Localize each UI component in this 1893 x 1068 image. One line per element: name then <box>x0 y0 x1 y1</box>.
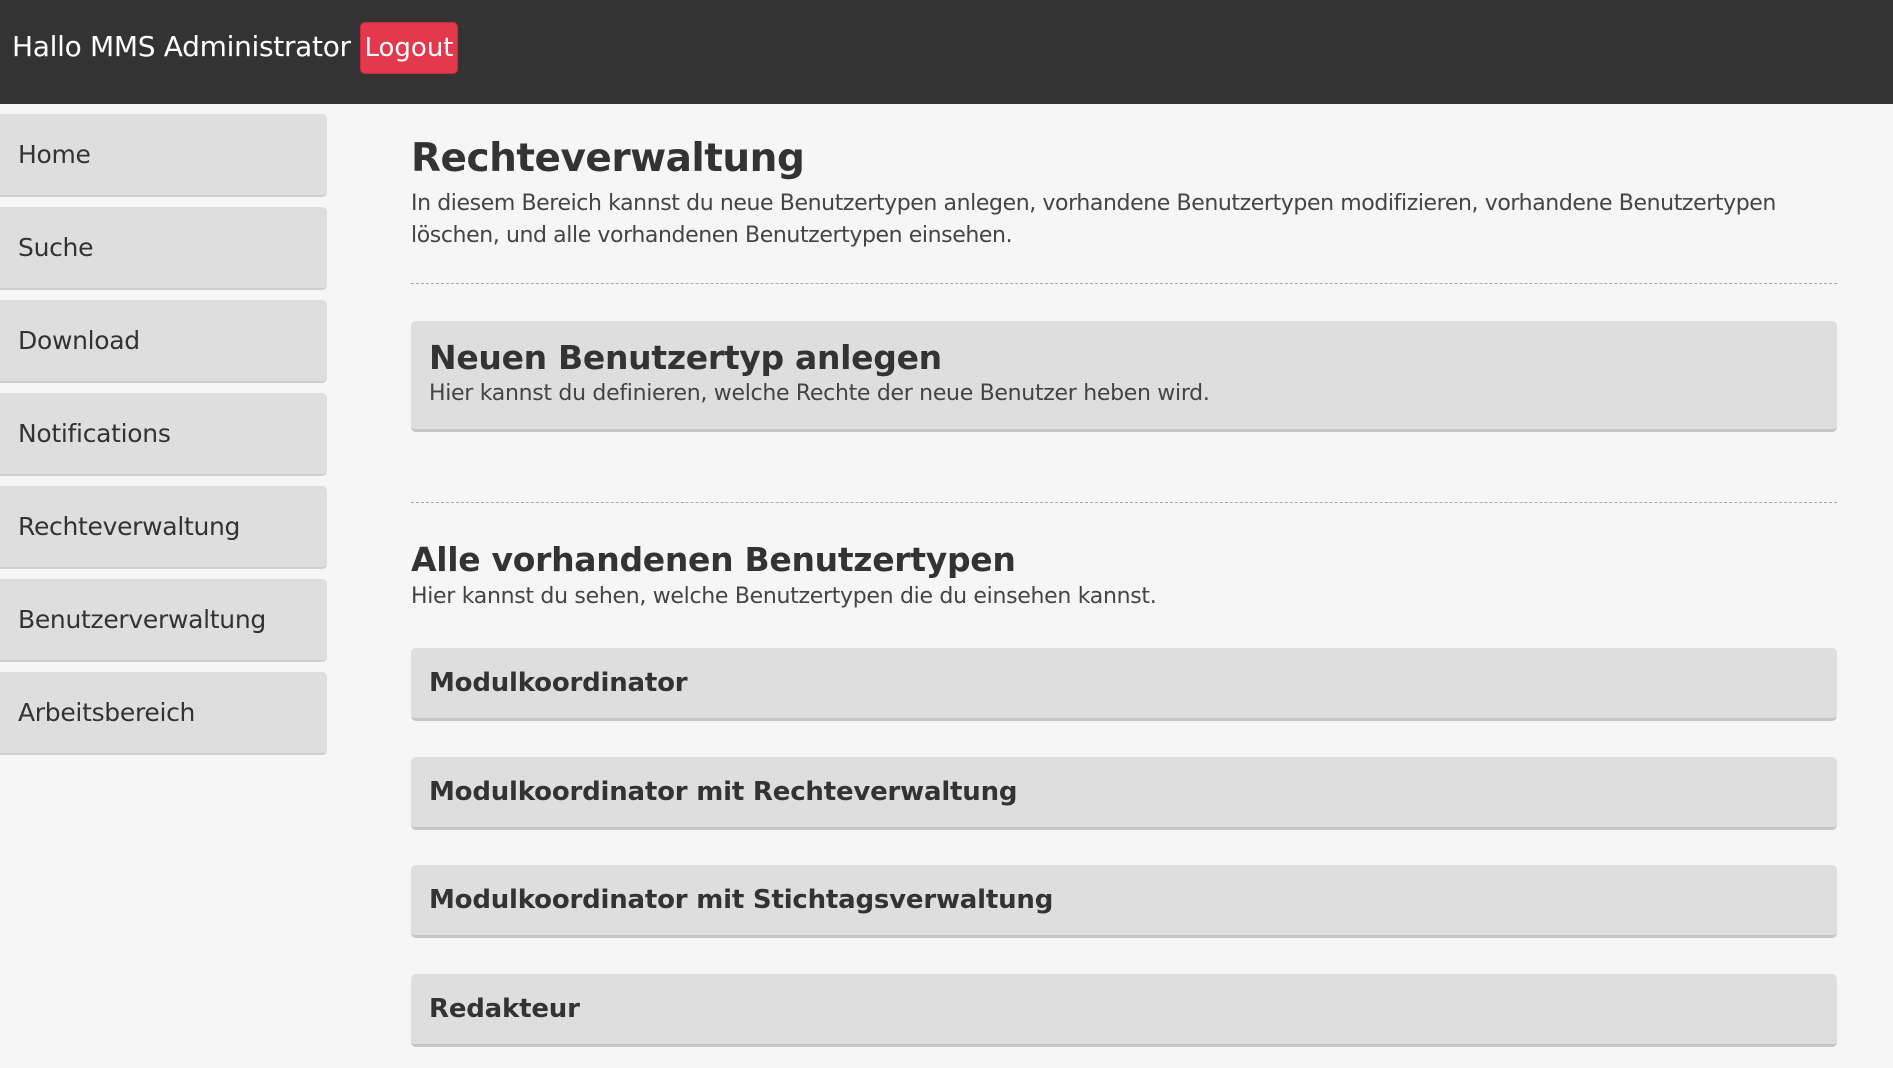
section-divider-middle <box>411 502 1837 503</box>
create-user-type-panel[interactable]: Neuen Benutzertyp anlegen Hier kannst du… <box>411 321 1837 432</box>
top-bar: Hallo MMS Administrator Logout <box>0 0 1893 104</box>
page-title: Rechteverwaltung <box>411 136 805 181</box>
sidebar-item-suche[interactable]: Suche <box>0 207 327 290</box>
user-type-item[interactable]: Modulkoordinator <box>411 648 1837 721</box>
sidebar-item-download[interactable]: Download <box>0 300 327 383</box>
create-user-type-title: Neuen Benutzertyp anlegen <box>429 338 942 377</box>
create-user-type-description: Hier kannst du definieren, welche Rechte… <box>429 381 1210 406</box>
user-type-item[interactable]: Modulkoordinator mit Rechteverwaltung <box>411 757 1837 830</box>
sidebar-item-notifications[interactable]: Notifications <box>0 393 327 476</box>
logout-button[interactable]: Logout <box>360 22 458 74</box>
sidebar-item-arbeitsbereich[interactable]: Arbeitsbereich <box>0 672 327 755</box>
user-type-item[interactable]: Redakteur <box>411 974 1837 1047</box>
section-divider-top <box>411 283 1837 284</box>
sidebar-item-rechteverwaltung[interactable]: Rechteverwaltung <box>0 486 327 569</box>
existing-user-types-title: Alle vorhandenen Benutzertypen <box>411 540 1016 579</box>
existing-user-types-description: Hier kannst du sehen, welche Benutzertyp… <box>411 584 1157 609</box>
user-greeting: Hallo MMS Administrator <box>12 30 351 63</box>
user-type-item[interactable]: Modulkoordinator mit Stichtagsverwaltung <box>411 865 1837 938</box>
page-description: In diesem Bereich kannst du neue Benutze… <box>411 191 1776 248</box>
sidebar-item-home[interactable]: Home <box>0 114 327 197</box>
sidebar-item-benutzerverwaltung[interactable]: Benutzerverwaltung <box>0 579 327 662</box>
sidebar-nav: Home Suche Download Notifications Rechte… <box>0 114 327 765</box>
main-content: Rechteverwaltung In diesem Bereich kanns… <box>411 130 1837 1047</box>
